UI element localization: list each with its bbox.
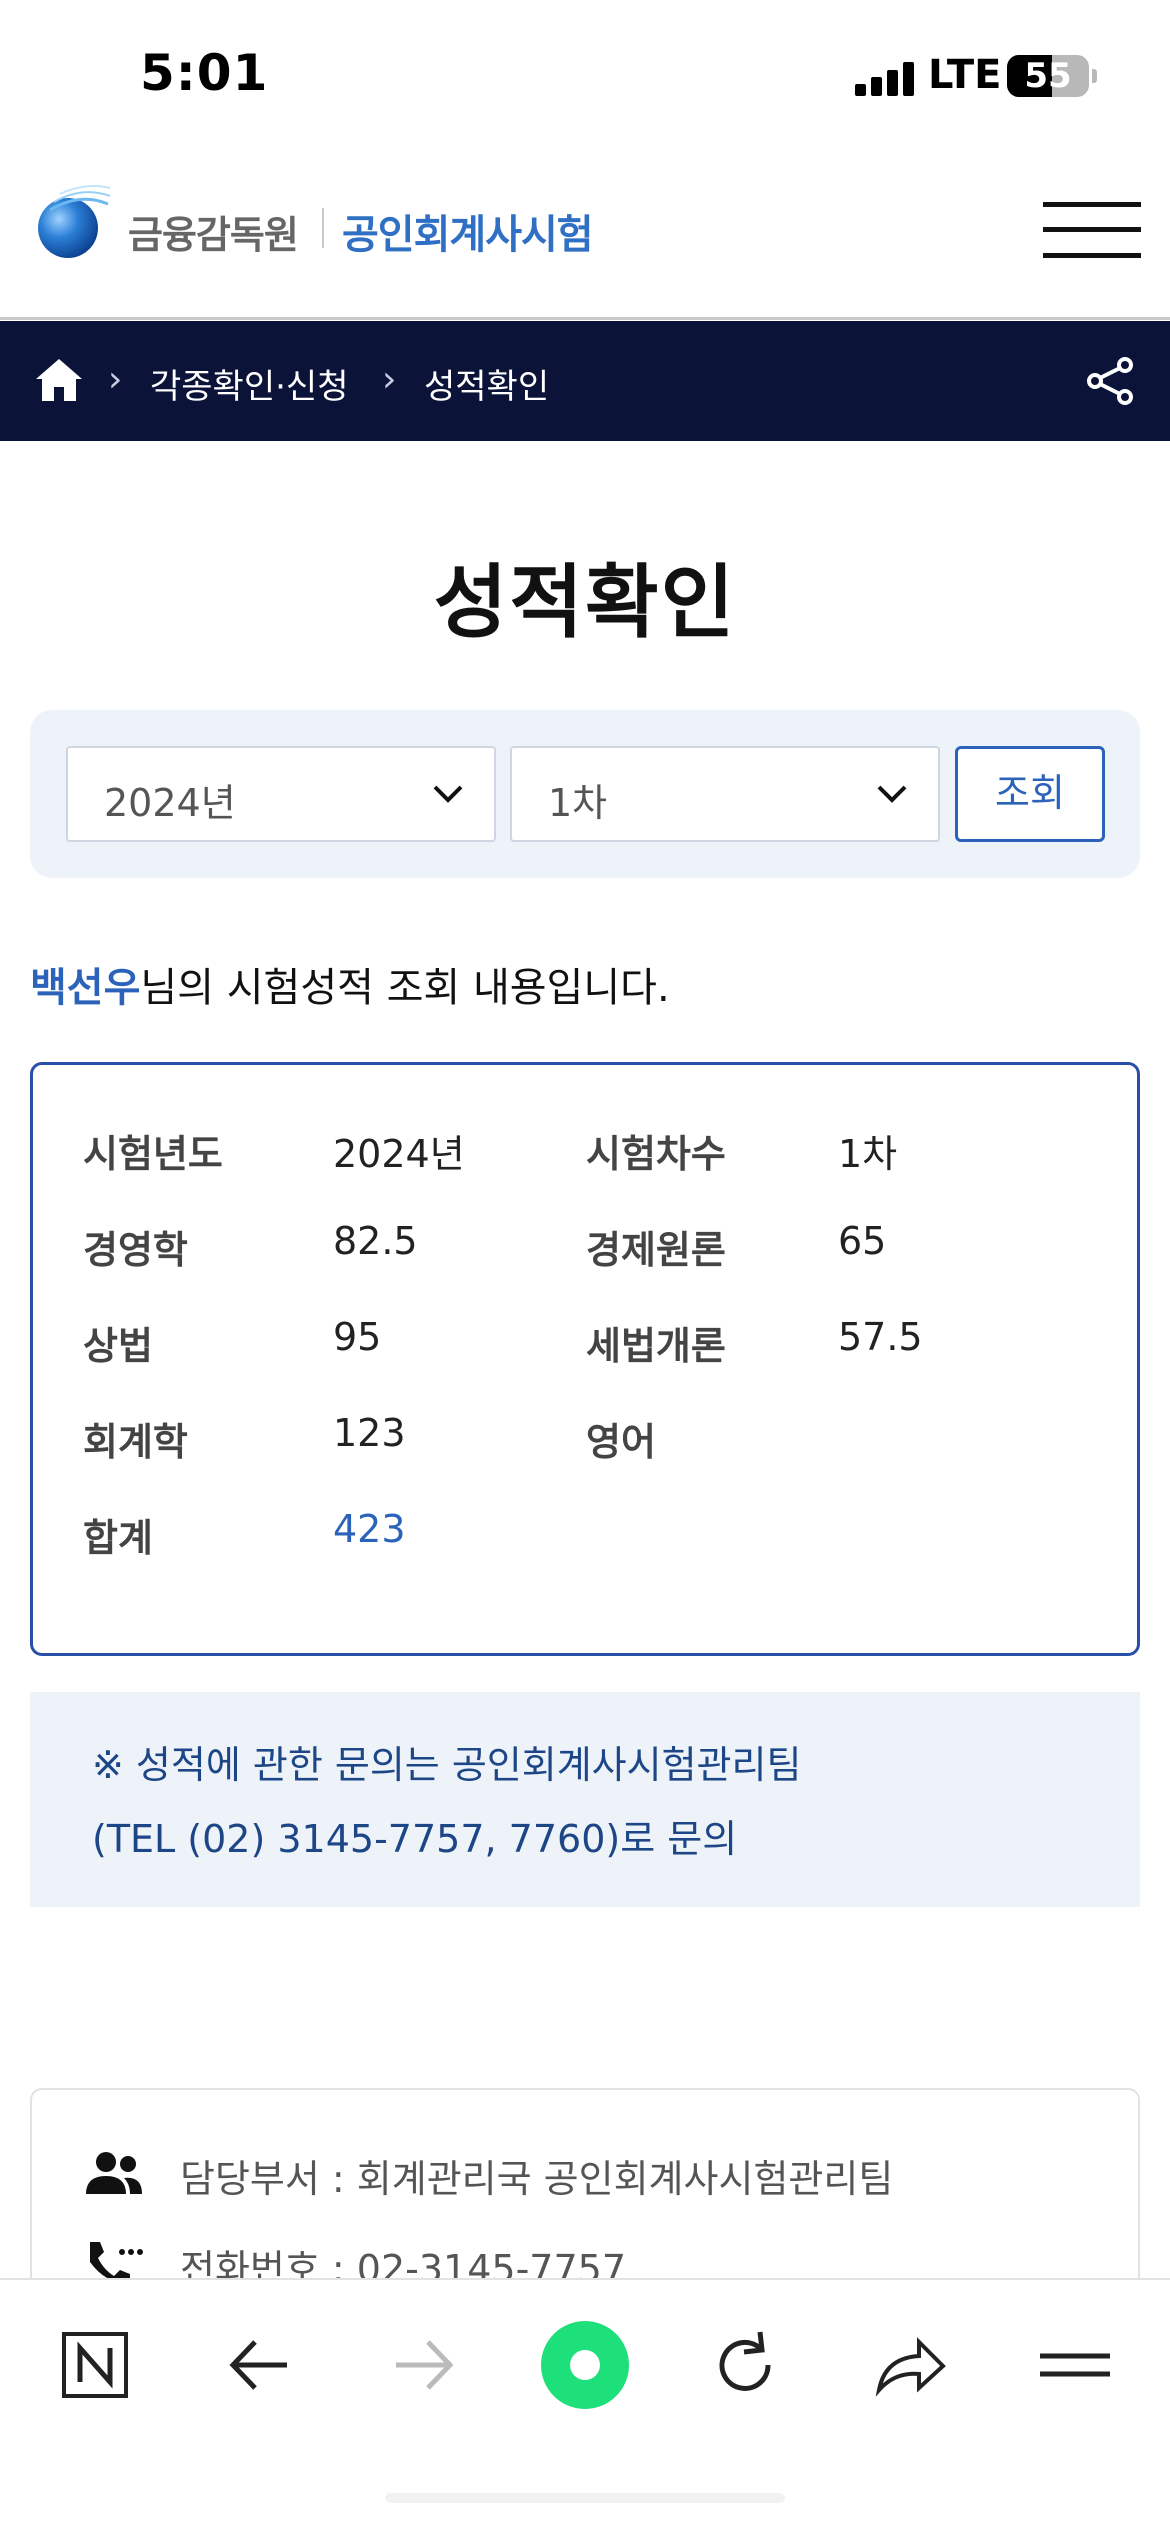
score-label: 회계학 bbox=[83, 1420, 188, 1464]
share-arrow-icon[interactable] bbox=[865, 2320, 955, 2410]
score-value: 65 bbox=[838, 1219, 887, 1263]
search-panel: 2024년 1차 조회 bbox=[30, 710, 1140, 878]
year-select[interactable]: 2024년 bbox=[66, 746, 496, 842]
naver-n-icon[interactable] bbox=[50, 2320, 140, 2410]
score-card: 시험년도 2024년 시험차수 1차 경영학 82.5 경제원론 65 상법 9… bbox=[30, 1062, 1140, 1656]
score-label: 영어 bbox=[586, 1420, 656, 1464]
chevron-right-icon: › bbox=[108, 359, 123, 400]
signal-icon bbox=[855, 62, 915, 96]
score-value: 123 bbox=[333, 1411, 406, 1455]
score-value: 1차 bbox=[838, 1132, 898, 1176]
share-icon[interactable] bbox=[1085, 355, 1137, 407]
page-title: 성적확인 bbox=[433, 556, 737, 649]
chevron-down-icon bbox=[433, 785, 463, 803]
status-time: 5:01 bbox=[140, 44, 269, 102]
status-bar: 5:01 LTE 55 bbox=[0, 0, 1170, 150]
logo-divider bbox=[322, 208, 324, 248]
home-indicator bbox=[385, 2493, 785, 2503]
greeting-suffix: 님의 시험성적 조회 내용입니다. bbox=[140, 965, 670, 1011]
round-select-value: 1차 bbox=[548, 781, 608, 825]
battery-percent: 55 bbox=[1024, 56, 1072, 96]
fss-globe-logo-icon[interactable] bbox=[30, 182, 112, 264]
forward-arrow-icon bbox=[396, 2340, 454, 2390]
score-value: 82.5 bbox=[333, 1219, 418, 1263]
total-value: 423 bbox=[333, 1507, 406, 1551]
score-value: 57.5 bbox=[838, 1315, 923, 1359]
score-label: 경제원론 bbox=[586, 1228, 726, 1272]
score-value: 95 bbox=[333, 1315, 382, 1359]
score-label: 상법 bbox=[83, 1324, 153, 1368]
breadcrumb-item-score[interactable]: 성적확인 bbox=[424, 359, 549, 408]
page: 5:01 LTE 55 금융감독원 공인회계사시험 › 각종확인·신청 › 성적… bbox=[0, 0, 1170, 2532]
search-button[interactable]: 조회 bbox=[955, 746, 1105, 842]
contact-department: 담당부서 : 회계관리국 공인회계사시험관리팀 bbox=[180, 2157, 894, 2201]
user-name: 백선우 bbox=[30, 965, 141, 1011]
exam-name[interactable]: 공인회계사시험 bbox=[342, 202, 594, 260]
menu-icon[interactable] bbox=[1030, 2320, 1120, 2410]
score-label: 세법개론 bbox=[586, 1324, 726, 1368]
site-header: 금융감독원 공인회계사시험 bbox=[0, 150, 1170, 320]
people-icon bbox=[86, 2152, 142, 2194]
reload-icon[interactable] bbox=[700, 2320, 790, 2410]
home-icon[interactable] bbox=[34, 357, 84, 403]
year-select-value: 2024년 bbox=[104, 781, 236, 825]
green-circle-icon[interactable] bbox=[540, 2320, 630, 2410]
score-label: 경영학 bbox=[83, 1228, 188, 1272]
notice-line-2: (TEL (02) 3145-7757, 7760)로 문의 bbox=[92, 1817, 738, 1861]
back-arrow-icon[interactable] bbox=[215, 2320, 305, 2410]
breadcrumb-item-apply[interactable]: 각종확인·신청 bbox=[150, 359, 349, 408]
battery-nub bbox=[1092, 69, 1097, 83]
hamburger-menu-icon[interactable] bbox=[1043, 202, 1141, 258]
notice-box: ※ 성적에 관한 문의는 공인회계사시험관리팀 (TEL (02) 3145-7… bbox=[30, 1692, 1140, 1907]
round-select[interactable]: 1차 bbox=[510, 746, 940, 842]
score-label: 시험차수 bbox=[586, 1132, 726, 1176]
chevron-right-icon: › bbox=[382, 359, 397, 400]
notice-line-1: ※ 성적에 관한 문의는 공인회계사시험관리팀 bbox=[92, 1743, 802, 1787]
org-name[interactable]: 금융감독원 bbox=[128, 204, 299, 259]
battery-icon: 55 bbox=[1007, 55, 1089, 97]
score-label: 시험년도 bbox=[83, 1132, 223, 1176]
network-label: LTE bbox=[928, 52, 1002, 98]
greeting-text: 백선우님의 시험성적 조회 내용입니다. bbox=[30, 955, 670, 1013]
score-value: 2024년 bbox=[333, 1132, 465, 1176]
chevron-down-icon bbox=[877, 785, 907, 803]
breadcrumb: › 각종확인·신청 › 성적확인 bbox=[0, 321, 1170, 441]
total-label: 합계 bbox=[83, 1516, 153, 1560]
